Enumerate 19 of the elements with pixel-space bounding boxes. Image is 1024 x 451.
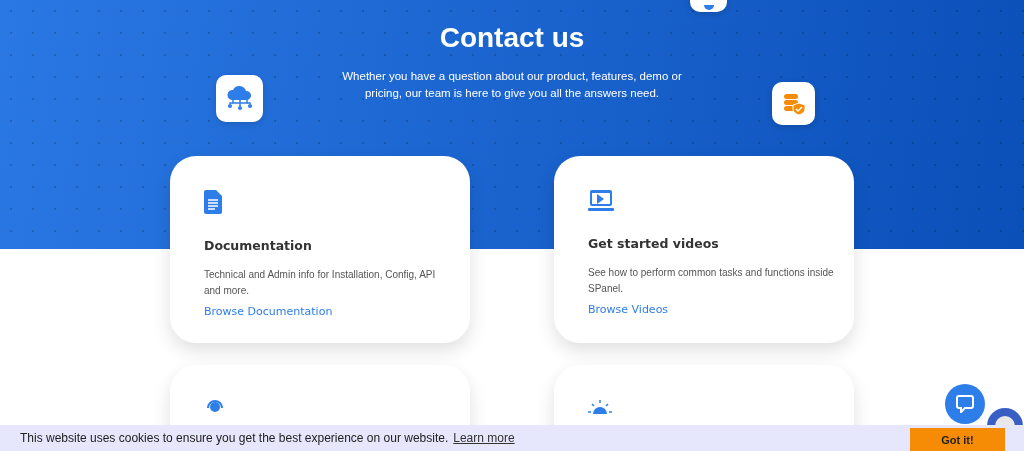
card-link[interactable]: Browse Videos bbox=[588, 303, 669, 316]
database-shield-icon bbox=[781, 91, 806, 116]
card-text: Technical and Admin info for Installation, Config, API and more. bbox=[204, 268, 437, 298]
cookie-text: This website uses cookies to ensure you get the best experience on our website. bbox=[20, 431, 449, 445]
intro-text: Whether you have a question about our product, features, demo or pricing, our team is here to give you all the answers need. bbox=[342, 69, 682, 101]
card-text: See how to perform common tasks and functions inside SPanel. bbox=[588, 266, 835, 296]
page-title: Contact us bbox=[439, 22, 585, 54]
sun-icon bbox=[588, 400, 612, 414]
card-link[interactable]: Browse Documentation bbox=[204, 305, 333, 318]
headset-person-icon bbox=[204, 400, 226, 414]
chat-button[interactable] bbox=[945, 384, 985, 424]
card-title: Get started videos bbox=[588, 236, 720, 251]
learn-more-link[interactable]: Learn more bbox=[453, 431, 515, 445]
video-screen-icon bbox=[588, 190, 614, 212]
chat-icon bbox=[956, 395, 974, 413]
cloud-network-icon bbox=[225, 85, 254, 112]
card-title: Documentation bbox=[204, 238, 313, 253]
accept-button[interactable]: Got it! bbox=[910, 428, 1005, 451]
document-icon bbox=[204, 190, 222, 214]
